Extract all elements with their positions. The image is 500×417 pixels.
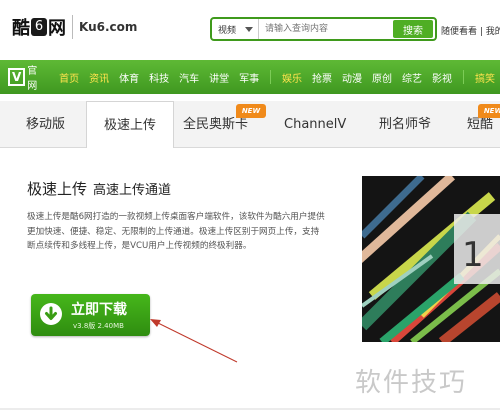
title-sub: 高速上传通道: [93, 183, 172, 198]
nav-item[interactable]: 原创: [367, 70, 397, 85]
tab-1[interactable]: 极速上传: [86, 101, 174, 148]
nav-item[interactable]: 娱乐: [277, 70, 307, 85]
nav-item[interactable]: 军事: [234, 70, 264, 85]
nav-item[interactable]: 汽车: [174, 70, 204, 85]
logo-text: 酷: [12, 18, 30, 39]
nav-item[interactable]: 首页: [54, 70, 84, 85]
search-category-label: 视频: [218, 25, 237, 36]
search-category-select[interactable]: 视频: [212, 19, 259, 39]
new-badge: NEW: [236, 104, 266, 118]
search-box: 视频 搜索: [210, 17, 437, 41]
tab-label: 极速上传: [103, 118, 156, 133]
logo-b: 6: [31, 18, 47, 36]
chevron-down-icon: [245, 26, 253, 32]
nav-item[interactable]: 资讯: [84, 70, 114, 85]
nav-item[interactable]: 动漫: [337, 70, 367, 85]
tab-0[interactable]: 移动版: [26, 101, 65, 147]
nav-brand[interactable]: V 官网: [8, 62, 46, 92]
main-nav: V 官网 首页 资讯 体育 科技 汽车 讲堂 军事 娱乐 抢票 动漫 原创 综艺 影视 搞笑: [0, 60, 500, 94]
nav-item[interactable]: 讲堂: [204, 70, 234, 85]
nav-separator: [270, 70, 272, 84]
nav-item[interactable]: 科技: [144, 70, 174, 85]
search-input[interactable]: [259, 19, 393, 39]
tab-label: 刑名师爷: [379, 117, 432, 132]
nav-brand-label: 官网: [27, 66, 38, 92]
search-button[interactable]: 搜索: [393, 20, 433, 38]
promo-artwork: 1: [362, 176, 500, 342]
tab-label: 移动版: [26, 117, 66, 132]
download-button[interactable]: 立即下载 v3.8版 2.40MB: [31, 294, 150, 336]
nav-item[interactable]: 体育: [114, 70, 144, 85]
tab-label: 短酷: [467, 117, 494, 132]
bottom-divider: [0, 408, 500, 410]
tab-label: 全民奥斯卡: [183, 117, 249, 132]
nav-item[interactable]: 抢票: [307, 70, 337, 85]
nav-separator: [463, 70, 464, 84]
watermark: 软件技巧: [355, 368, 468, 398]
download-label: 立即下载: [71, 302, 127, 318]
title-main: 极速上传: [27, 180, 88, 198]
product-description: 极速上传是酷6网打造的一款视频上传桌面客户端软件，该软件为酷六用户提供更加快速、…: [27, 212, 325, 251]
logo-text-2: 网: [48, 18, 66, 39]
nav-item[interactable]: 影视: [427, 70, 457, 85]
tab-label: ChannelV: [284, 117, 347, 132]
top-bar: 酷 6 网 Ku6.com 视频 搜索 随便看看 | 我的: [0, 0, 500, 56]
new-badge: NEW: [478, 104, 500, 118]
nav-item[interactable]: 搞笑: [470, 70, 500, 85]
download-arrow-icon: [40, 303, 62, 325]
tab-4[interactable]: 刑名师爷: [379, 101, 431, 147]
logo-domain: Ku6.com: [79, 20, 138, 34]
logo-domain-block: Ku6.com: [79, 21, 137, 33]
top-links[interactable]: 随便看看 | 我的: [441, 24, 500, 37]
v-logo-icon: V: [8, 68, 26, 86]
tab-3[interactable]: ChannelV: [284, 101, 346, 147]
download-version: v3.8版 2.40MB: [73, 322, 124, 330]
ku6-logo[interactable]: 酷 6 网 Ku6.com: [12, 14, 137, 40]
page-title: 极速上传 高速上传通道: [27, 178, 171, 199]
logo-separator: [72, 15, 73, 39]
nav-item[interactable]: 综艺: [397, 70, 427, 85]
svg-text:1: 1: [462, 235, 484, 275]
